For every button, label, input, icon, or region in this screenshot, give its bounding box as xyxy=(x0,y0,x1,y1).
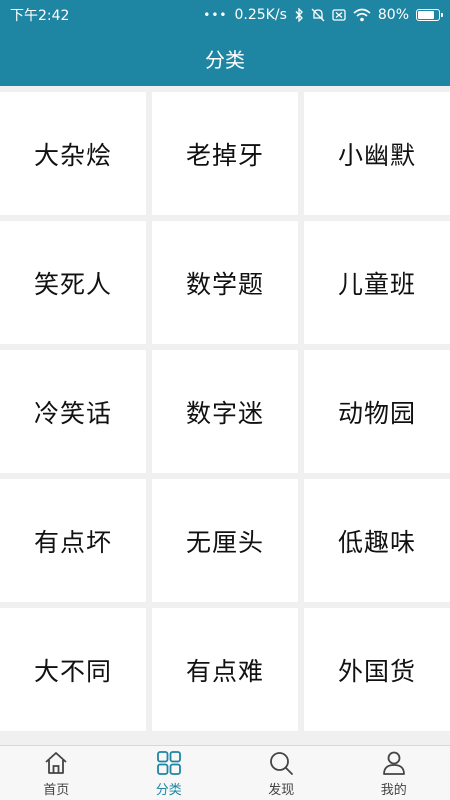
category-item[interactable]: 有点坏 xyxy=(0,479,146,602)
search-icon xyxy=(270,751,294,775)
page-title: 分类 xyxy=(205,47,245,72)
category-item[interactable]: 数字迷 xyxy=(152,350,298,473)
category-item[interactable]: 大杂烩 xyxy=(0,92,146,215)
app-header: 分类 xyxy=(0,30,450,86)
category-item[interactable]: 冷笑话 xyxy=(0,350,146,473)
user-icon xyxy=(382,751,405,775)
category-item[interactable]: 动物园 xyxy=(304,350,450,473)
category-grid: 大杂烩 老掉牙 小幽默 笑死人 数学题 儿童班 冷笑话 数字迷 动物园 有点坏 … xyxy=(0,88,450,731)
notification-dots: ••• xyxy=(203,8,228,22)
category-item[interactable]: 外国货 xyxy=(304,608,450,731)
category-item[interactable]: 小幽默 xyxy=(304,92,450,215)
nav-item-home[interactable]: 首页 xyxy=(0,746,113,800)
category-item[interactable]: 无厘头 xyxy=(152,479,298,602)
bottom-nav: 首页 分类 发现 我的 xyxy=(0,745,450,800)
battery-percent: 80% xyxy=(377,7,409,23)
nav-item-discover[interactable]: 发现 xyxy=(225,746,338,800)
network-speed: 0.25K/s xyxy=(234,7,287,23)
status-time: 下午2:42 xyxy=(10,8,70,24)
grid-icon xyxy=(156,750,181,775)
category-item[interactable]: 有点难 xyxy=(152,608,298,731)
mute-icon xyxy=(311,8,325,22)
battery-level xyxy=(418,11,434,19)
nav-label: 首页 xyxy=(43,782,70,798)
home-icon xyxy=(45,751,67,774)
battery-icon xyxy=(416,9,443,21)
category-item[interactable]: 笑死人 xyxy=(0,221,146,344)
category-item[interactable]: 大不同 xyxy=(0,608,146,731)
bluetooth-icon xyxy=(295,8,303,22)
nav-item-category[interactable]: 分类 xyxy=(113,746,226,800)
status-bar: 下午2:42 ••• 0.25K/s 80% xyxy=(0,0,450,30)
nav-label: 我的 xyxy=(380,782,407,798)
status-indicators: ••• 0.25K/s 80% xyxy=(203,7,443,23)
category-item[interactable]: 低趣味 xyxy=(304,479,450,602)
category-item[interactable]: 儿童班 xyxy=(304,221,450,344)
nav-item-profile[interactable]: 我的 xyxy=(338,746,450,800)
category-item[interactable]: 老掉牙 xyxy=(152,92,298,215)
sim-off-icon xyxy=(332,9,346,21)
category-item[interactable]: 数学题 xyxy=(152,221,298,344)
nav-label: 发现 xyxy=(268,782,295,798)
nav-label: 分类 xyxy=(155,782,182,798)
wifi-icon xyxy=(353,8,371,22)
